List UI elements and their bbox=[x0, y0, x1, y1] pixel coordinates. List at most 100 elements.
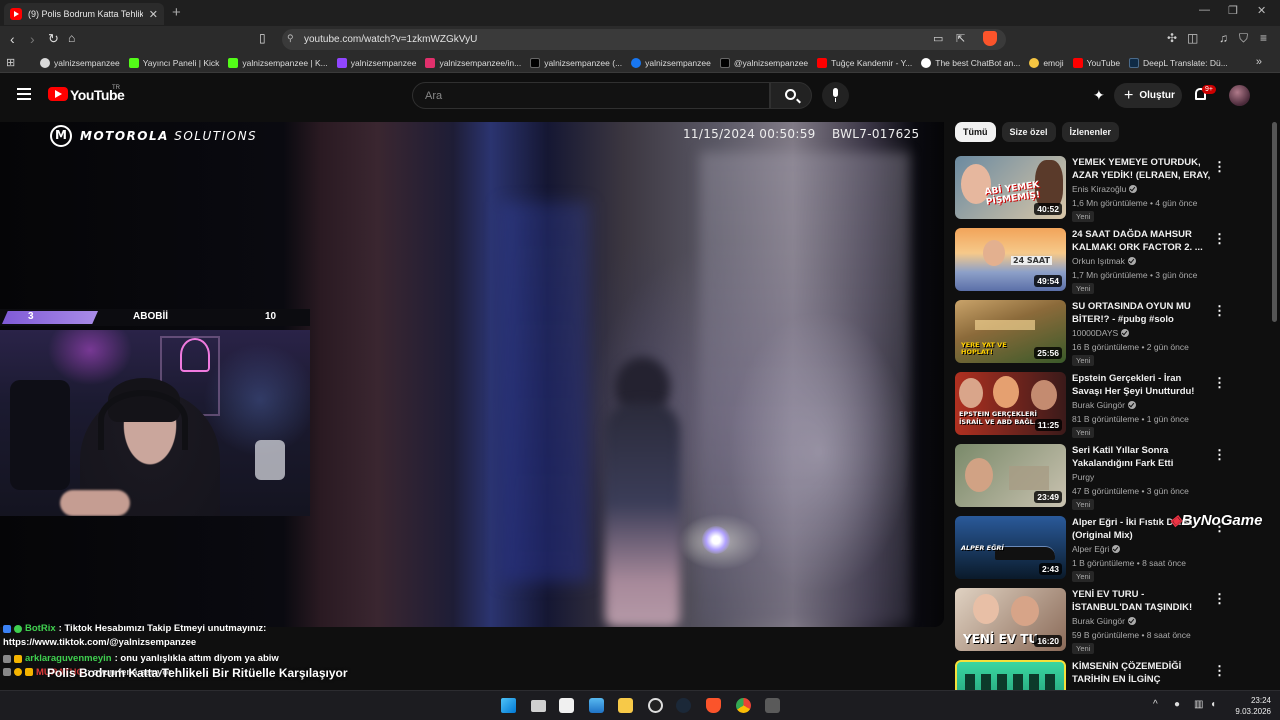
video-thumbnail[interactable]: EPSTEIN GERÇEKLERİ İSRAİL VE ABD BAĞL...… bbox=[955, 372, 1066, 435]
more-actions-icon[interactable] bbox=[1213, 230, 1221, 244]
voice-search-button[interactable] bbox=[822, 82, 849, 109]
back-icon[interactable]: ‹ bbox=[10, 31, 15, 47]
video-title[interactable]: KİMSENİN ÇÖZEMEDİĞİ TARİHİN EN İLGİNÇ KA… bbox=[1072, 660, 1212, 686]
extensions-icon[interactable]: ✣ bbox=[1167, 31, 1177, 45]
recommended-video[interactable]: YENİ EV TU 16:20 YENİ EV TURU - İSTANBUL… bbox=[955, 588, 1225, 654]
recommended-video[interactable]: 24 SAAT 49:54 24 SAAT DAĞDA MAHSUR KALMA… bbox=[955, 228, 1225, 294]
bookmark-item[interactable]: Tuğçe Kandemir - Y... bbox=[817, 57, 912, 68]
bookmark-item[interactable]: emoji bbox=[1029, 57, 1064, 68]
video-title[interactable]: 24 SAAT DAĞDA MAHSUR KALMAK! ORK FACTOR … bbox=[1072, 228, 1212, 254]
chrome-icon[interactable] bbox=[736, 698, 751, 713]
youtube-logo-icon[interactable] bbox=[48, 87, 68, 101]
video-thumbnail[interactable] bbox=[955, 660, 1066, 690]
forward-icon[interactable]: › bbox=[30, 31, 35, 47]
bookmarks-overflow-icon[interactable]: » bbox=[1256, 56, 1262, 68]
minimize-button[interactable]: — bbox=[1199, 4, 1210, 16]
menu-icon[interactable]: ≡ bbox=[1260, 31, 1267, 45]
windows-start-icon[interactable] bbox=[501, 698, 516, 713]
bookmark-item[interactable]: yalnizsempanzee bbox=[336, 57, 416, 68]
reload-icon[interactable]: ↻ bbox=[48, 31, 59, 47]
bookmark-item[interactable]: @yalnizsempanzee bbox=[719, 57, 808, 68]
steam-icon[interactable] bbox=[676, 698, 691, 713]
address-bar[interactable]: youtube.com/watch?v=1zkmWZGkVyU bbox=[282, 29, 1006, 50]
create-button[interactable]: + Oluştur bbox=[1114, 83, 1182, 108]
more-actions-icon[interactable] bbox=[1213, 302, 1221, 316]
tray-overflow-icon[interactable]: ^ bbox=[1153, 699, 1158, 710]
obs-icon[interactable] bbox=[648, 698, 663, 713]
video-channel[interactable]: Orkun Işıtmak bbox=[1072, 256, 1136, 266]
video-channel[interactable]: Alper Eğri bbox=[1072, 544, 1121, 554]
sidebar-toggle-icon[interactable]: ◫ bbox=[1187, 31, 1198, 45]
bookmark-item[interactable]: yalnizsempanzee | K... bbox=[228, 57, 328, 68]
recommended-video[interactable]: 23:49 Seri Katil Yıllar Sonra Yakalandığ… bbox=[955, 444, 1225, 510]
file-explorer-icon[interactable] bbox=[618, 698, 633, 713]
media-icon[interactable]: ♫ bbox=[1219, 31, 1228, 45]
bookmark-item[interactable]: DeepL Translate: Dü... bbox=[1129, 57, 1228, 68]
photos-icon[interactable] bbox=[589, 698, 604, 713]
install-app-icon[interactable]: ▭ bbox=[933, 32, 943, 45]
recommended-video[interactable]: YERE YAT VE HOPLAT! 25:56 SU ORTASINDA O… bbox=[955, 300, 1225, 366]
more-actions-icon[interactable] bbox=[1213, 158, 1221, 172]
close-window-button[interactable]: ✕ bbox=[1257, 4, 1266, 17]
home-icon[interactable]: ⌂ bbox=[68, 31, 75, 45]
brave-shields-icon[interactable] bbox=[983, 31, 997, 46]
video-thumbnail[interactable]: YERE YAT VE HOPLAT! 25:56 bbox=[955, 300, 1066, 363]
video-channel[interactable]: Burak Güngör bbox=[1072, 400, 1136, 410]
recommended-video[interactable]: ABİ YEMEK PİŞMEMİŞ! 40:52 YEMEK YEMEYE O… bbox=[955, 156, 1225, 222]
avatar[interactable] bbox=[1229, 85, 1250, 106]
brave-browser-icon[interactable] bbox=[706, 698, 721, 713]
bookmark-item[interactable]: yalnizsempanzee (... bbox=[530, 57, 622, 68]
search-input[interactable] bbox=[425, 83, 755, 108]
sparkle-icon[interactable]: ✦ bbox=[1093, 87, 1105, 104]
recommended-video[interactable]: EPSTEIN GERÇEKLERİ İSRAİL VE ABD BAĞL...… bbox=[955, 372, 1225, 438]
bookmark-item[interactable]: The best ChatBot an... bbox=[921, 57, 1020, 68]
tab-close-icon[interactable]: ✕ bbox=[149, 8, 158, 21]
video-thumbnail[interactable]: ALPER EĞRİ 2:43 bbox=[955, 516, 1066, 579]
video-title[interactable]: YEMEK YEMEYE OTURDUK, AZAR YEDİK! (ELRAE… bbox=[1072, 156, 1212, 182]
share-icon[interactable]: ⇱ bbox=[956, 32, 965, 45]
video-title[interactable]: Seri Katil Yıllar Sonra Yakalandığını Fa… bbox=[1072, 444, 1212, 470]
video-thumbnail[interactable]: YENİ EV TU 16:20 bbox=[955, 588, 1066, 651]
bookmark-item[interactable]: yalnizsempanzee/in... bbox=[425, 57, 521, 68]
network-icon[interactable]: ▥ bbox=[1194, 699, 1203, 710]
recommended-video[interactable]: KİMSENİN ÇÖZEMEDİĞİ TARİHİN EN İLGİNÇ KA… bbox=[955, 660, 1225, 690]
chip-all[interactable]: Tümü bbox=[955, 122, 996, 142]
more-actions-icon[interactable] bbox=[1213, 590, 1221, 604]
snipping-tool-icon[interactable] bbox=[559, 698, 574, 713]
site-settings-icon[interactable]: ⚲ bbox=[287, 33, 294, 44]
video-channel[interactable]: 10000DAYS bbox=[1072, 328, 1130, 338]
video-thumbnail[interactable]: 23:49 bbox=[955, 444, 1066, 507]
volume-icon[interactable]: ◖ bbox=[1210, 699, 1216, 710]
bookmark-icon[interactable]: ▯ bbox=[259, 31, 266, 45]
video-channel[interactable]: Burak Güngör bbox=[1072, 616, 1136, 626]
video-title[interactable]: Epstein Gerçekleri - İran Savaşı Her Şey… bbox=[1072, 372, 1212, 398]
bookmark-item[interactable]: yalnizsempanzee bbox=[40, 57, 120, 68]
browser-tab-active[interactable]: (9) Polis Bodrum Katta Tehlikeli Bir ✕ bbox=[4, 3, 164, 25]
chip-watched[interactable]: İzlenenler bbox=[1061, 122, 1120, 142]
system-clock[interactable]: 23:24 9.03.2026 bbox=[1225, 695, 1271, 717]
search-button[interactable] bbox=[770, 82, 812, 109]
video-title[interactable]: SU ORTASINDA OYUN MU BİTER!? - #pubg #so… bbox=[1072, 300, 1212, 326]
chip-for-you[interactable]: Size özel bbox=[1001, 122, 1056, 142]
video-thumbnail[interactable]: 24 SAAT 49:54 bbox=[955, 228, 1066, 291]
video-thumbnail[interactable]: ABİ YEMEK PİŞMEMİŞ! 40:52 bbox=[955, 156, 1066, 219]
page-scrollbar[interactable] bbox=[1272, 122, 1277, 322]
video-player[interactable]: MOTOROLA SOLUTIONS 11/15/2024 00:50:59 B… bbox=[0, 122, 944, 627]
media-player-icon[interactable] bbox=[765, 698, 780, 713]
more-actions-icon[interactable] bbox=[1213, 446, 1221, 460]
maximize-button[interactable]: ❐ bbox=[1228, 4, 1238, 17]
more-actions-icon[interactable] bbox=[1213, 374, 1221, 388]
video-channel[interactable]: Enis Kirazoğlu bbox=[1072, 184, 1138, 194]
guide-menu-icon[interactable] bbox=[17, 88, 31, 100]
video-title[interactable]: YENİ EV TURU - İSTANBUL'DAN TAŞINDIK! bbox=[1072, 588, 1212, 614]
task-view-icon[interactable] bbox=[531, 700, 546, 712]
apps-grid-icon[interactable]: ⊞ bbox=[6, 56, 22, 69]
bookmark-item[interactable]: Yayıncı Paneli | Kick bbox=[128, 57, 219, 68]
microphone-icon[interactable]: ● bbox=[1174, 699, 1180, 710]
bookmark-item[interactable]: YouTube bbox=[1072, 57, 1120, 68]
more-actions-icon[interactable] bbox=[1213, 662, 1221, 676]
new-tab-button[interactable]: + bbox=[172, 4, 181, 21]
video-channel[interactable]: Purgy bbox=[1072, 472, 1094, 482]
vpn-shield-icon[interactable]: ⛉ bbox=[1239, 31, 1248, 46]
bookmark-item[interactable]: yalnizsempanzee bbox=[631, 57, 711, 68]
